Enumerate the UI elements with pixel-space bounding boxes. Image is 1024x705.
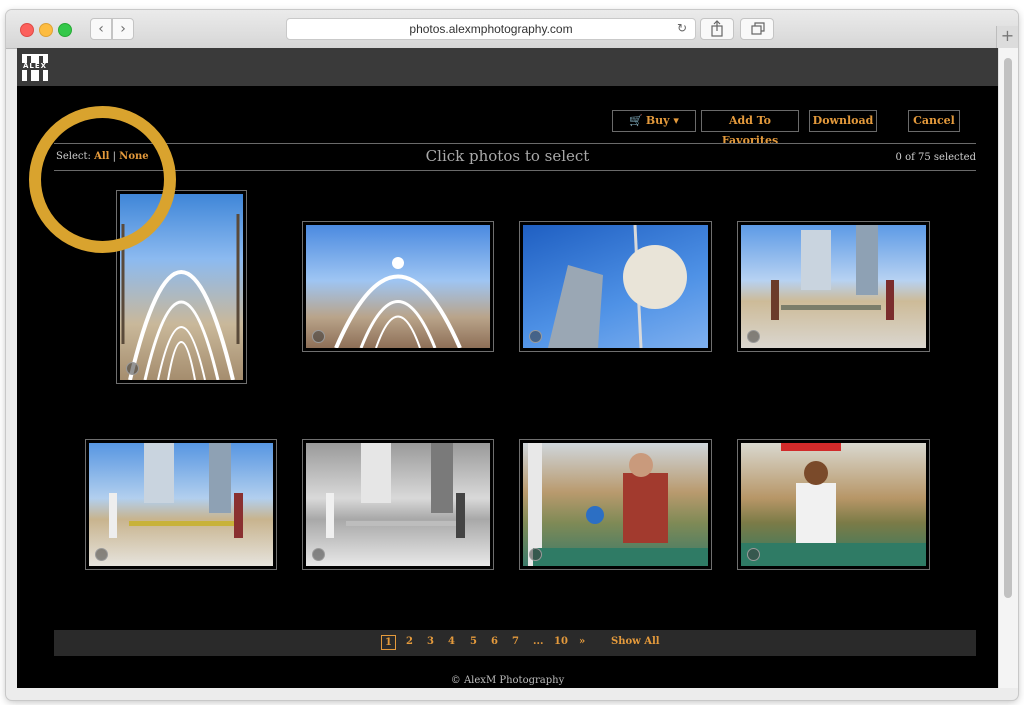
photo-thumbnail[interactable]	[519, 221, 712, 352]
new-tab-button[interactable]: +	[996, 26, 1018, 48]
chevron-left-icon: ‹	[98, 21, 104, 37]
photo-image	[741, 443, 926, 566]
page-link[interactable]: 7	[512, 636, 519, 647]
reload-icon[interactable]: ↻	[677, 21, 687, 35]
zoom-window-button[interactable]	[58, 23, 72, 37]
page-link[interactable]: 6	[491, 636, 498, 647]
page-link[interactable]: 4	[448, 636, 455, 647]
browser-window: ‹ › photos.alexmphotography.com ↻ + ALEX…	[6, 10, 1018, 700]
select-indicator[interactable]	[529, 548, 542, 561]
add-to-favorites-button[interactable]: Add To Favorites	[701, 110, 799, 147]
page-current[interactable]: 1	[381, 635, 396, 650]
site-header: ALEX	[17, 48, 998, 86]
photo-image	[326, 443, 465, 538]
back-button[interactable]: ‹	[90, 18, 112, 40]
divider	[54, 143, 976, 144]
share-button[interactable]	[700, 18, 734, 40]
close-window-button[interactable]	[20, 23, 34, 37]
next-page-link[interactable]: »	[579, 636, 585, 647]
page-link[interactable]: 2	[406, 636, 413, 647]
photo-image	[334, 257, 462, 348]
photo-thumbnail[interactable]	[737, 439, 930, 570]
address-bar[interactable]: photos.alexmphotography.com ↻	[286, 18, 696, 40]
vertical-scrollbar[interactable]	[998, 48, 1018, 688]
page-content: ALEX 🛒 Buy ▾ Add To Favorites Download Ca…	[17, 48, 998, 688]
photo-thumbnail[interactable]	[85, 439, 277, 570]
select-indicator[interactable]	[529, 330, 542, 343]
cancel-button[interactable]: Cancel	[908, 110, 960, 132]
photo-thumbnail[interactable]	[737, 221, 930, 352]
forward-button[interactable]: ›	[112, 18, 134, 40]
chevron-right-icon: ›	[120, 21, 126, 37]
browser-toolbar: ‹ › photos.alexmphotography.com ↻ +	[6, 10, 1018, 49]
address-bar-url: photos.alexmphotography.com	[409, 22, 573, 36]
page-link[interactable]: 3	[427, 636, 434, 647]
select-indicator[interactable]	[312, 330, 325, 343]
show-all-link[interactable]: Show All	[611, 636, 660, 647]
photo-thumbnail[interactable]	[302, 439, 494, 570]
page-ellipsis: ...	[533, 636, 544, 647]
show-tabs-button[interactable]	[740, 18, 774, 40]
pagination: 1 2 3 4 5 6 7 ... 10 » Show All	[54, 630, 976, 656]
cart-icon: 🛒	[629, 114, 643, 127]
download-button[interactable]: Download	[809, 110, 877, 132]
select-indicator[interactable]	[126, 362, 139, 375]
share-icon	[711, 20, 723, 37]
tabs-icon	[751, 22, 765, 35]
logo-text: ALEX	[22, 62, 48, 70]
photo-image	[528, 443, 708, 566]
highlight-circle-annotation	[29, 106, 176, 253]
select-indicator[interactable]	[747, 548, 760, 561]
scrollbar-thumb[interactable]	[1004, 58, 1012, 598]
photo-image	[771, 225, 894, 320]
page-link[interactable]: 10	[554, 636, 568, 647]
buy-button-label: Buy ▾	[645, 114, 679, 127]
footer-copyright: © AlexM Photography	[450, 675, 565, 686]
divider	[54, 170, 976, 171]
site-logo[interactable]: ALEX	[19, 54, 51, 81]
buy-button[interactable]: 🛒 Buy ▾	[612, 110, 696, 132]
select-indicator[interactable]	[95, 548, 108, 561]
select-indicator[interactable]	[747, 330, 760, 343]
photo-thumbnail[interactable]	[519, 439, 712, 570]
page-link[interactable]: 5	[470, 636, 477, 647]
select-indicator[interactable]	[312, 548, 325, 561]
selected-count: 0 of 75 selected	[895, 152, 976, 163]
photo-thumbnail[interactable]	[302, 221, 494, 352]
photo-image	[548, 225, 687, 348]
minimize-window-button[interactable]	[39, 23, 53, 37]
photo-image	[109, 443, 243, 538]
